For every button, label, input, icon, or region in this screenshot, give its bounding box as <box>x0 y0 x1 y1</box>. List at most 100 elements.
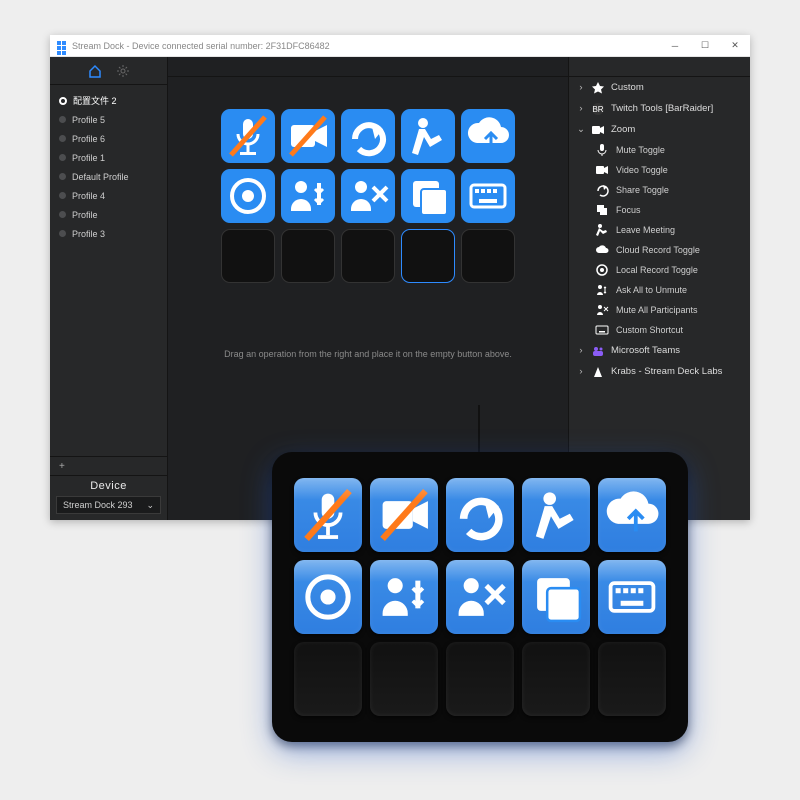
chevron-right-icon: › <box>577 103 585 114</box>
cloud-record-key[interactable] <box>461 109 515 163</box>
profile-item[interactable]: Profile <box>50 205 167 224</box>
action-item-label: Cloud Record Toggle <box>616 245 700 255</box>
main-canvas: Drag an operation from the right and pla… <box>168 57 568 520</box>
device-select-value: Stream Dock 293 <box>63 500 133 510</box>
action-item[interactable]: Video Toggle <box>569 160 750 180</box>
empty-key[interactable] <box>401 229 455 283</box>
profile-item[interactable]: Profile 4 <box>50 186 167 205</box>
mute-all-device-key[interactable] <box>446 560 514 634</box>
device-select[interactable]: Stream Dock 293 ⌄ <box>56 496 161 514</box>
empty-key[interactable] <box>461 229 515 283</box>
profile-item[interactable]: Profile 3 <box>50 224 167 243</box>
action-group[interactable]: › Twitch Tools [BarRaider] <box>569 98 750 119</box>
action-item-label: Share Toggle <box>616 185 669 195</box>
focus-device-key[interactable] <box>522 560 590 634</box>
empty-device-key[interactable] <box>294 642 362 716</box>
video-toggle-device-key[interactable] <box>370 478 438 552</box>
empty-device-key[interactable] <box>370 642 438 716</box>
action-item[interactable]: Leave Meeting <box>569 220 750 240</box>
action-group[interactable]: › Krabs - Stream Deck Labs <box>569 361 750 382</box>
ask-unmute-device-key[interactable] <box>370 560 438 634</box>
share-toggle-device-key[interactable] <box>446 478 514 552</box>
custom-icon <box>591 81 605 95</box>
profile-item[interactable]: Default Profile <box>50 167 167 186</box>
local-record-icon <box>595 263 609 277</box>
physical-device <box>272 452 688 742</box>
profile-item[interactable]: Profile 1 <box>50 148 167 167</box>
leave-meeting-device-key[interactable] <box>522 478 590 552</box>
action-group[interactable]: › Custom <box>569 77 750 98</box>
key-grid <box>221 109 515 283</box>
empty-key[interactable] <box>341 229 395 283</box>
action-group-label: Microsoft Teams <box>611 345 680 356</box>
profile-item[interactable]: Profile 5 <box>50 110 167 129</box>
cloud-record-device-key[interactable] <box>598 478 666 552</box>
mute-toggle-device-key[interactable] <box>294 478 362 552</box>
cloud-record-icon <box>595 243 609 257</box>
focus-key[interactable] <box>401 169 455 223</box>
video-toggle-key[interactable] <box>281 109 335 163</box>
sidebar: 配置文件 2Profile 5Profile 6Profile 1Default… <box>50 57 168 520</box>
action-item[interactable]: Share Toggle <box>569 180 750 200</box>
action-item-label: Custom Shortcut <box>616 325 683 335</box>
mute-toggle-icon <box>595 143 609 157</box>
mute-all-icon <box>595 303 609 317</box>
app-logo-icon <box>56 40 67 51</box>
chevron-right-icon: › <box>577 366 585 377</box>
leave-meeting-key[interactable] <box>401 109 455 163</box>
device-cable <box>478 405 480 455</box>
chevron-right-icon: › <box>577 82 585 93</box>
minimize-button[interactable]: ─ <box>660 35 690 57</box>
action-item[interactable]: Mute All Participants <box>569 300 750 320</box>
empty-device-key[interactable] <box>522 642 590 716</box>
profile-item[interactable]: 配置文件 2 <box>50 91 167 110</box>
titlebar: Stream Dock - Device connected serial nu… <box>50 35 750 57</box>
profile-list: 配置文件 2Profile 5Profile 6Profile 1Default… <box>50 85 167 249</box>
zoom-icon <box>591 123 605 137</box>
action-item-label: Focus <box>616 205 641 215</box>
action-item[interactable]: Local Record Toggle <box>569 260 750 280</box>
add-profile-button[interactable]: + <box>50 456 167 476</box>
maximize-button[interactable]: ☐ <box>690 35 720 57</box>
action-item[interactable]: Cloud Record Toggle <box>569 240 750 260</box>
profile-item[interactable]: Profile 6 <box>50 129 167 148</box>
leave-meeting-icon <box>595 223 609 237</box>
custom-shortcut-icon <box>595 323 609 337</box>
empty-device-key[interactable] <box>598 642 666 716</box>
action-item-label: Mute Toggle <box>616 145 665 155</box>
action-item-label: Leave Meeting <box>616 225 675 235</box>
action-item[interactable]: Ask All to Unmute <box>569 280 750 300</box>
mute-toggle-key[interactable] <box>221 109 275 163</box>
actions-panel: › Custom› Twitch Tools [BarRaider]⌄ Zoom… <box>568 57 750 520</box>
action-item[interactable]: Focus <box>569 200 750 220</box>
action-group[interactable]: ⌄ Zoom <box>569 119 750 140</box>
chevron-down-icon: ⌄ <box>146 500 154 511</box>
video-toggle-icon <box>595 163 609 177</box>
device-header: Device <box>50 476 167 494</box>
action-item[interactable]: Custom Shortcut <box>569 320 750 340</box>
action-item-label: Local Record Toggle <box>616 265 698 275</box>
action-item[interactable]: Mute Toggle <box>569 140 750 160</box>
share-toggle-key[interactable] <box>341 109 395 163</box>
mute-all-key[interactable] <box>341 169 395 223</box>
close-button[interactable]: ✕ <box>720 35 750 57</box>
local-record-device-key[interactable] <box>294 560 362 634</box>
empty-device-key[interactable] <box>446 642 514 716</box>
action-group-label: Krabs - Stream Deck Labs <box>611 366 722 377</box>
custom-shortcut-device-key[interactable] <box>598 560 666 634</box>
local-record-key[interactable] <box>221 169 275 223</box>
device-key-grid <box>294 478 666 716</box>
app-window: Stream Dock - Device connected serial nu… <box>50 35 750 520</box>
empty-key[interactable] <box>281 229 335 283</box>
custom-shortcut-key[interactable] <box>461 169 515 223</box>
krabs-icon <box>591 365 605 379</box>
action-item-label: Mute All Participants <box>616 305 698 315</box>
settings-tab-icon[interactable] <box>116 64 130 78</box>
home-tab-icon[interactable] <box>88 64 102 78</box>
ask-unmute-icon <box>595 283 609 297</box>
empty-key[interactable] <box>221 229 275 283</box>
action-group[interactable]: › Microsoft Teams <box>569 340 750 361</box>
window-title: Stream Dock - Device connected serial nu… <box>72 41 330 51</box>
ask-unmute-key[interactable] <box>281 169 335 223</box>
chevron-down-icon: ⌄ <box>577 124 585 135</box>
